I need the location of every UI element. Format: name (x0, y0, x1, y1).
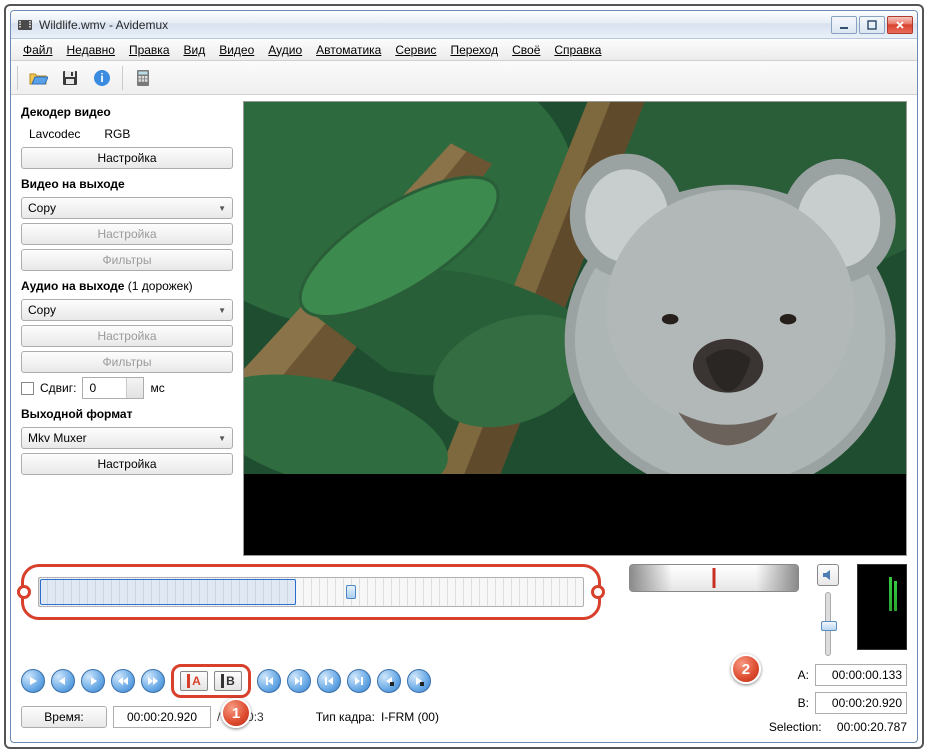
selection-label: Selection: (769, 720, 822, 734)
callout-marker-1: 1 (221, 698, 251, 728)
play-button[interactable] (21, 669, 45, 693)
menu-file[interactable]: Файл (17, 41, 59, 59)
video-out-heading: Видео на выходе (21, 177, 233, 191)
decoder-colorspace-label: RGB (104, 127, 130, 141)
menu-help[interactable]: Справка (548, 41, 607, 59)
marker-b-label: B: (795, 696, 809, 710)
toolbar-separator (17, 66, 18, 90)
next-frame-button[interactable] (81, 669, 105, 693)
menu-recent[interactable]: Недавно (61, 41, 121, 59)
shift-unit-label: мс (150, 381, 164, 395)
shift-checkbox[interactable] (21, 382, 34, 395)
transport-controls: A B Время: 00:00:20.920 / 00:00:3 Тип ка… (21, 664, 439, 728)
timeline-selection (40, 579, 296, 605)
menu-video[interactable]: Видео (213, 41, 260, 59)
maximize-button[interactable] (859, 16, 885, 34)
goto-start-button[interactable] (317, 669, 341, 693)
audio-config-button[interactable]: Настройка (21, 325, 233, 347)
set-marker-a-button[interactable]: A (180, 671, 208, 691)
minimize-button[interactable] (831, 16, 857, 34)
menu-audio[interactable]: Аудио (262, 41, 308, 59)
calculator-icon[interactable] (129, 64, 157, 92)
menu-edit[interactable]: Правка (123, 41, 176, 59)
playhead[interactable] (346, 576, 356, 608)
app-window: Wildlife.wmv - Avidemux Файл Недавно Пра… (10, 10, 918, 743)
speaker-icon[interactable] (817, 564, 839, 586)
audio-out-heading: Аудио на выходе (1 дорожек) (21, 279, 233, 293)
prev-black-button[interactable] (377, 669, 401, 693)
menu-auto[interactable]: Автоматика (310, 41, 387, 59)
format-heading: Выходной формат (21, 407, 233, 421)
audio-codec-select[interactable]: Copy▼ (21, 299, 233, 321)
video-filters-button[interactable]: Фильтры (21, 249, 233, 271)
toolbar: i (11, 61, 917, 95)
forward-button[interactable] (141, 669, 165, 693)
menu-view[interactable]: Вид (178, 41, 212, 59)
frame-type-label: Тип кадра: (316, 710, 375, 724)
titlebar: Wildlife.wmv - Avidemux (11, 11, 917, 39)
marker-a-label: A: (795, 668, 809, 682)
video-config-button[interactable]: Настройка (21, 223, 233, 245)
shift-label: Сдвиг: (40, 381, 76, 395)
decoder-heading: Декодер видео (21, 105, 233, 119)
timeline[interactable] (38, 577, 584, 607)
video-preview (243, 101, 907, 556)
decoder-codec-label: Lavcodec (29, 127, 80, 141)
time-button[interactable]: Время: (21, 706, 107, 728)
ab-marker-highlight: A B (171, 664, 251, 698)
timeline-highlight (21, 564, 601, 620)
decoder-config-button[interactable]: Настройка (21, 147, 233, 169)
video-codec-select[interactable]: Copy▼ (21, 197, 233, 219)
prev-keyframe-button[interactable] (257, 669, 281, 693)
vu-meter (857, 564, 907, 650)
selection-value: 00:00:20.787 (837, 720, 907, 734)
goto-end-button[interactable] (347, 669, 371, 693)
close-button[interactable] (887, 16, 913, 34)
audio-filters-button[interactable]: Фильтры (21, 351, 233, 373)
marker-a-field[interactable]: 00:00:00.133 (815, 664, 907, 686)
window-title: Wildlife.wmv - Avidemux (39, 18, 831, 32)
frame-type-value: I-FRM (00) (381, 710, 439, 724)
selection-info: 2 A:00:00:00.133 B:00:00:20.920 Selectio… (769, 664, 907, 734)
toolbar-separator (122, 66, 123, 90)
rewind-button[interactable] (111, 669, 135, 693)
app-icon (17, 17, 33, 33)
marker-b-field[interactable]: 00:00:20.920 (815, 692, 907, 714)
open-file-icon[interactable] (24, 64, 52, 92)
svg-text:i: i (100, 71, 103, 85)
format-config-button[interactable]: Настройка (21, 453, 233, 475)
callout-marker-2: 2 (731, 654, 761, 684)
menu-go[interactable]: Переход (444, 41, 504, 59)
volume-slider[interactable] (825, 592, 831, 656)
jog-wheel[interactable] (629, 564, 799, 592)
current-time-field[interactable]: 00:00:20.920 (113, 706, 211, 728)
shift-spinner[interactable]: 0 (82, 377, 144, 399)
container-select[interactable]: Mkv Muxer▼ (21, 427, 233, 449)
save-file-icon[interactable] (56, 64, 84, 92)
info-icon[interactable]: i (88, 64, 116, 92)
next-black-button[interactable] (407, 669, 431, 693)
settings-panel: Декодер видео Lavcodec RGB Настройка Виде… (21, 101, 233, 556)
menubar: Файл Недавно Правка Вид Видео Аудио Авто… (11, 39, 917, 61)
prev-frame-button[interactable] (51, 669, 75, 693)
menu-tools[interactable]: Сервис (389, 41, 442, 59)
set-marker-b-button[interactable]: B (214, 671, 242, 691)
menu-custom[interactable]: Своё (506, 41, 546, 59)
next-keyframe-button[interactable] (287, 669, 311, 693)
